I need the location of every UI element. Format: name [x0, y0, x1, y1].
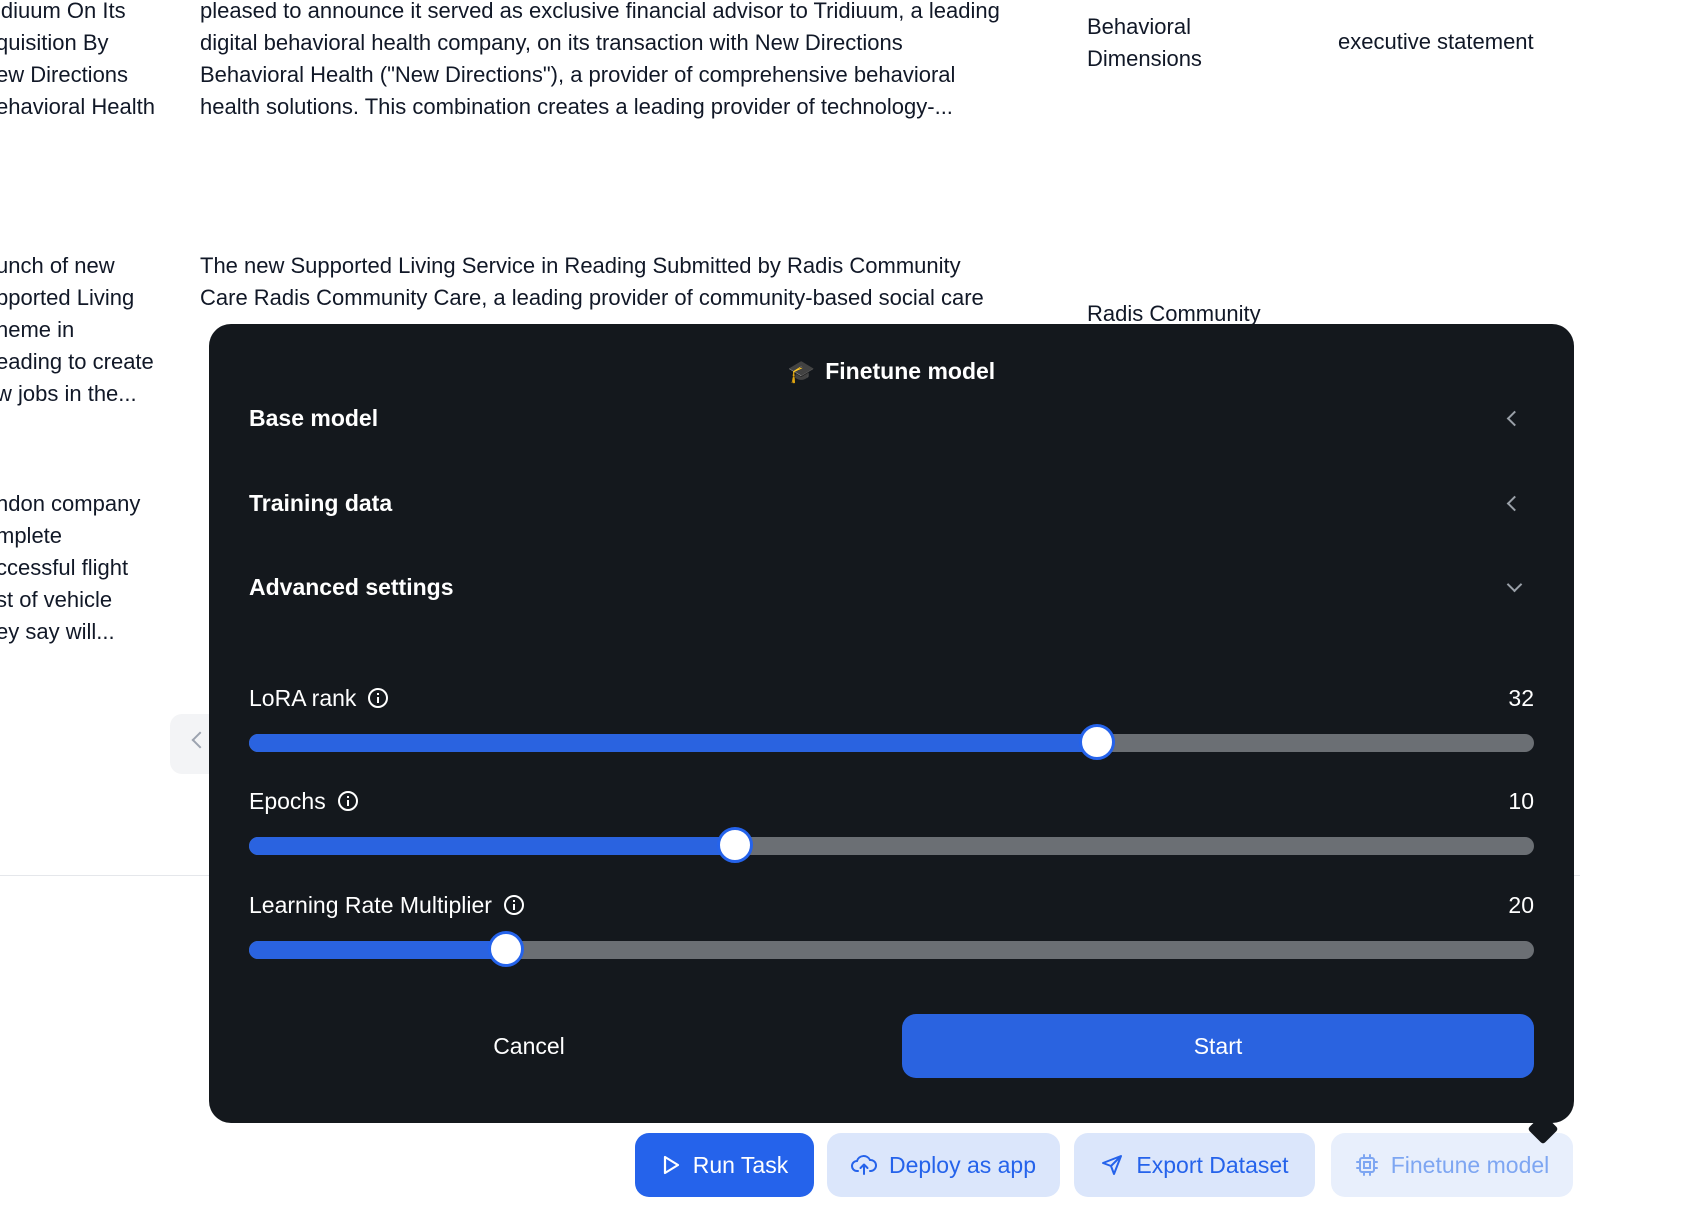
section-label: Training data — [249, 489, 393, 516]
learning-rate-track[interactable] — [249, 931, 1534, 967]
chevron-left-icon — [191, 731, 209, 749]
epochs-fill — [249, 837, 735, 855]
epochs-label: Epochs — [249, 787, 358, 815]
cell-line: st of vehicle — [0, 587, 113, 612]
cloud-upload-icon — [851, 1155, 877, 1175]
finetune-model-button[interactable]: Finetune model — [1331, 1133, 1573, 1197]
chevron-left-icon — [1506, 410, 1523, 426]
cancel-button[interactable]: Cancel — [249, 1014, 809, 1078]
cell-line: health solutions. This combination creat… — [200, 94, 953, 119]
section-base-model[interactable]: Base model — [249, 398, 1534, 438]
cell-line: pported Living — [0, 285, 135, 310]
info-icon[interactable] — [503, 895, 524, 915]
cell-line: Behavioral — [1087, 14, 1191, 39]
cell-line: quisition By — [0, 30, 109, 55]
cell-line: Dimensions — [1087, 46, 1202, 71]
modal-title-text: Finetune model — [825, 358, 996, 384]
cell-line: ew Directions — [0, 62, 129, 87]
run-task-label: Run Task — [692, 1151, 789, 1178]
cell-line: digital behavioral health company, on it… — [200, 30, 903, 55]
table-cell-type: executive statement — [1338, 26, 1638, 58]
learning-rate-fill — [249, 941, 506, 959]
learning-rate-value: 20 — [1508, 892, 1534, 918]
cpu-chip-icon — [1355, 1154, 1378, 1176]
deploy-as-app-label: Deploy as app — [888, 1151, 1037, 1178]
lora-rank-track[interactable] — [249, 724, 1534, 760]
epochs-thumb[interactable] — [716, 827, 753, 863]
table-cell-title: idiuum On Its quisition By ew Directions… — [0, 0, 176, 123]
slider-label-text: LoRA rank — [249, 685, 357, 711]
section-training-data[interactable]: Training data — [249, 483, 1534, 523]
cell-line: Care Radis Community Care, a leading pro… — [200, 285, 984, 310]
run-task-button[interactable]: Run Task — [635, 1133, 814, 1197]
lora-rank-fill — [249, 734, 1098, 752]
lora-rank-label: LoRA rank — [249, 684, 389, 712]
graduation-cap-icon: 🎓 — [787, 358, 816, 384]
cell-line: idiuum On Its — [0, 0, 126, 23]
cell-line: ehavioral Health — [0, 94, 155, 119]
info-icon[interactable] — [368, 688, 389, 708]
learning-rate-label: Learning Rate Multiplier — [249, 891, 524, 919]
info-icon[interactable] — [337, 791, 358, 811]
cell-line: w jobs in the... — [0, 381, 137, 406]
cell-line: Behavioral Health ("New Directions"), a … — [200, 62, 956, 87]
deploy-as-app-button[interactable]: Deploy as app — [827, 1133, 1060, 1197]
start-button[interactable]: Start — [902, 1014, 1534, 1078]
export-dataset-label: Export Dataset — [1136, 1151, 1289, 1178]
table-cell-summary: pleased to announce it served as exclusi… — [200, 0, 1050, 123]
cell-line: ey say will... — [0, 619, 115, 644]
lora-rank-slider: LoRA rank 32 — [249, 684, 1534, 764]
section-advanced-settings[interactable]: Advanced settings — [249, 567, 1534, 607]
slider-label-text: Learning Rate Multiplier — [249, 892, 492, 918]
section-label: Base model — [249, 404, 379, 431]
export-dataset-button[interactable]: Export Dataset — [1074, 1133, 1315, 1197]
cell-line: mplete — [0, 523, 63, 548]
cell-line: The new Supported Living Service in Read… — [200, 253, 961, 278]
epochs-track[interactable] — [249, 827, 1534, 863]
cell-line: ccessful flight — [0, 555, 129, 580]
cell-line: executive statement — [1338, 29, 1534, 54]
cell-line: eading to create — [0, 349, 154, 374]
modal-title: 🎓 Finetune model — [209, 358, 1574, 385]
table-cell-summary: The new Supported Living Service in Read… — [200, 250, 1050, 314]
finetune-model-label: Finetune model — [1390, 1151, 1550, 1178]
table-cell-title: unch of new pported Living heme in eadin… — [0, 250, 176, 410]
lora-rank-thumb[interactable] — [1079, 724, 1116, 760]
cell-line: heme in — [0, 317, 75, 342]
table-cell-entity: Behavioral Dimensions — [1087, 11, 1317, 75]
chevron-left-icon — [1506, 495, 1523, 511]
chevron-down-icon — [1506, 576, 1523, 592]
epochs-slider: Epochs 10 — [249, 787, 1534, 867]
send-icon — [1102, 1155, 1123, 1175]
cell-line: unch of new — [0, 253, 115, 278]
table-cell-title: ndon company mplete ccessful flight st o… — [0, 488, 176, 648]
lora-rank-value: 32 — [1508, 685, 1534, 711]
finetune-modal: 🎓 Finetune model Base model Training dat… — [209, 324, 1574, 1123]
slider-label-text: Epochs — [249, 788, 326, 814]
cell-line: ndon company — [0, 491, 141, 516]
cell-line: pleased to announce it served as exclusi… — [200, 0, 1000, 23]
learning-rate-multiplier-slider: Learning Rate Multiplier 20 — [249, 891, 1534, 971]
learning-rate-thumb[interactable] — [488, 931, 524, 967]
epochs-value: 10 — [1508, 788, 1534, 814]
play-icon — [663, 1155, 679, 1175]
section-label: Advanced settings — [249, 573, 454, 600]
